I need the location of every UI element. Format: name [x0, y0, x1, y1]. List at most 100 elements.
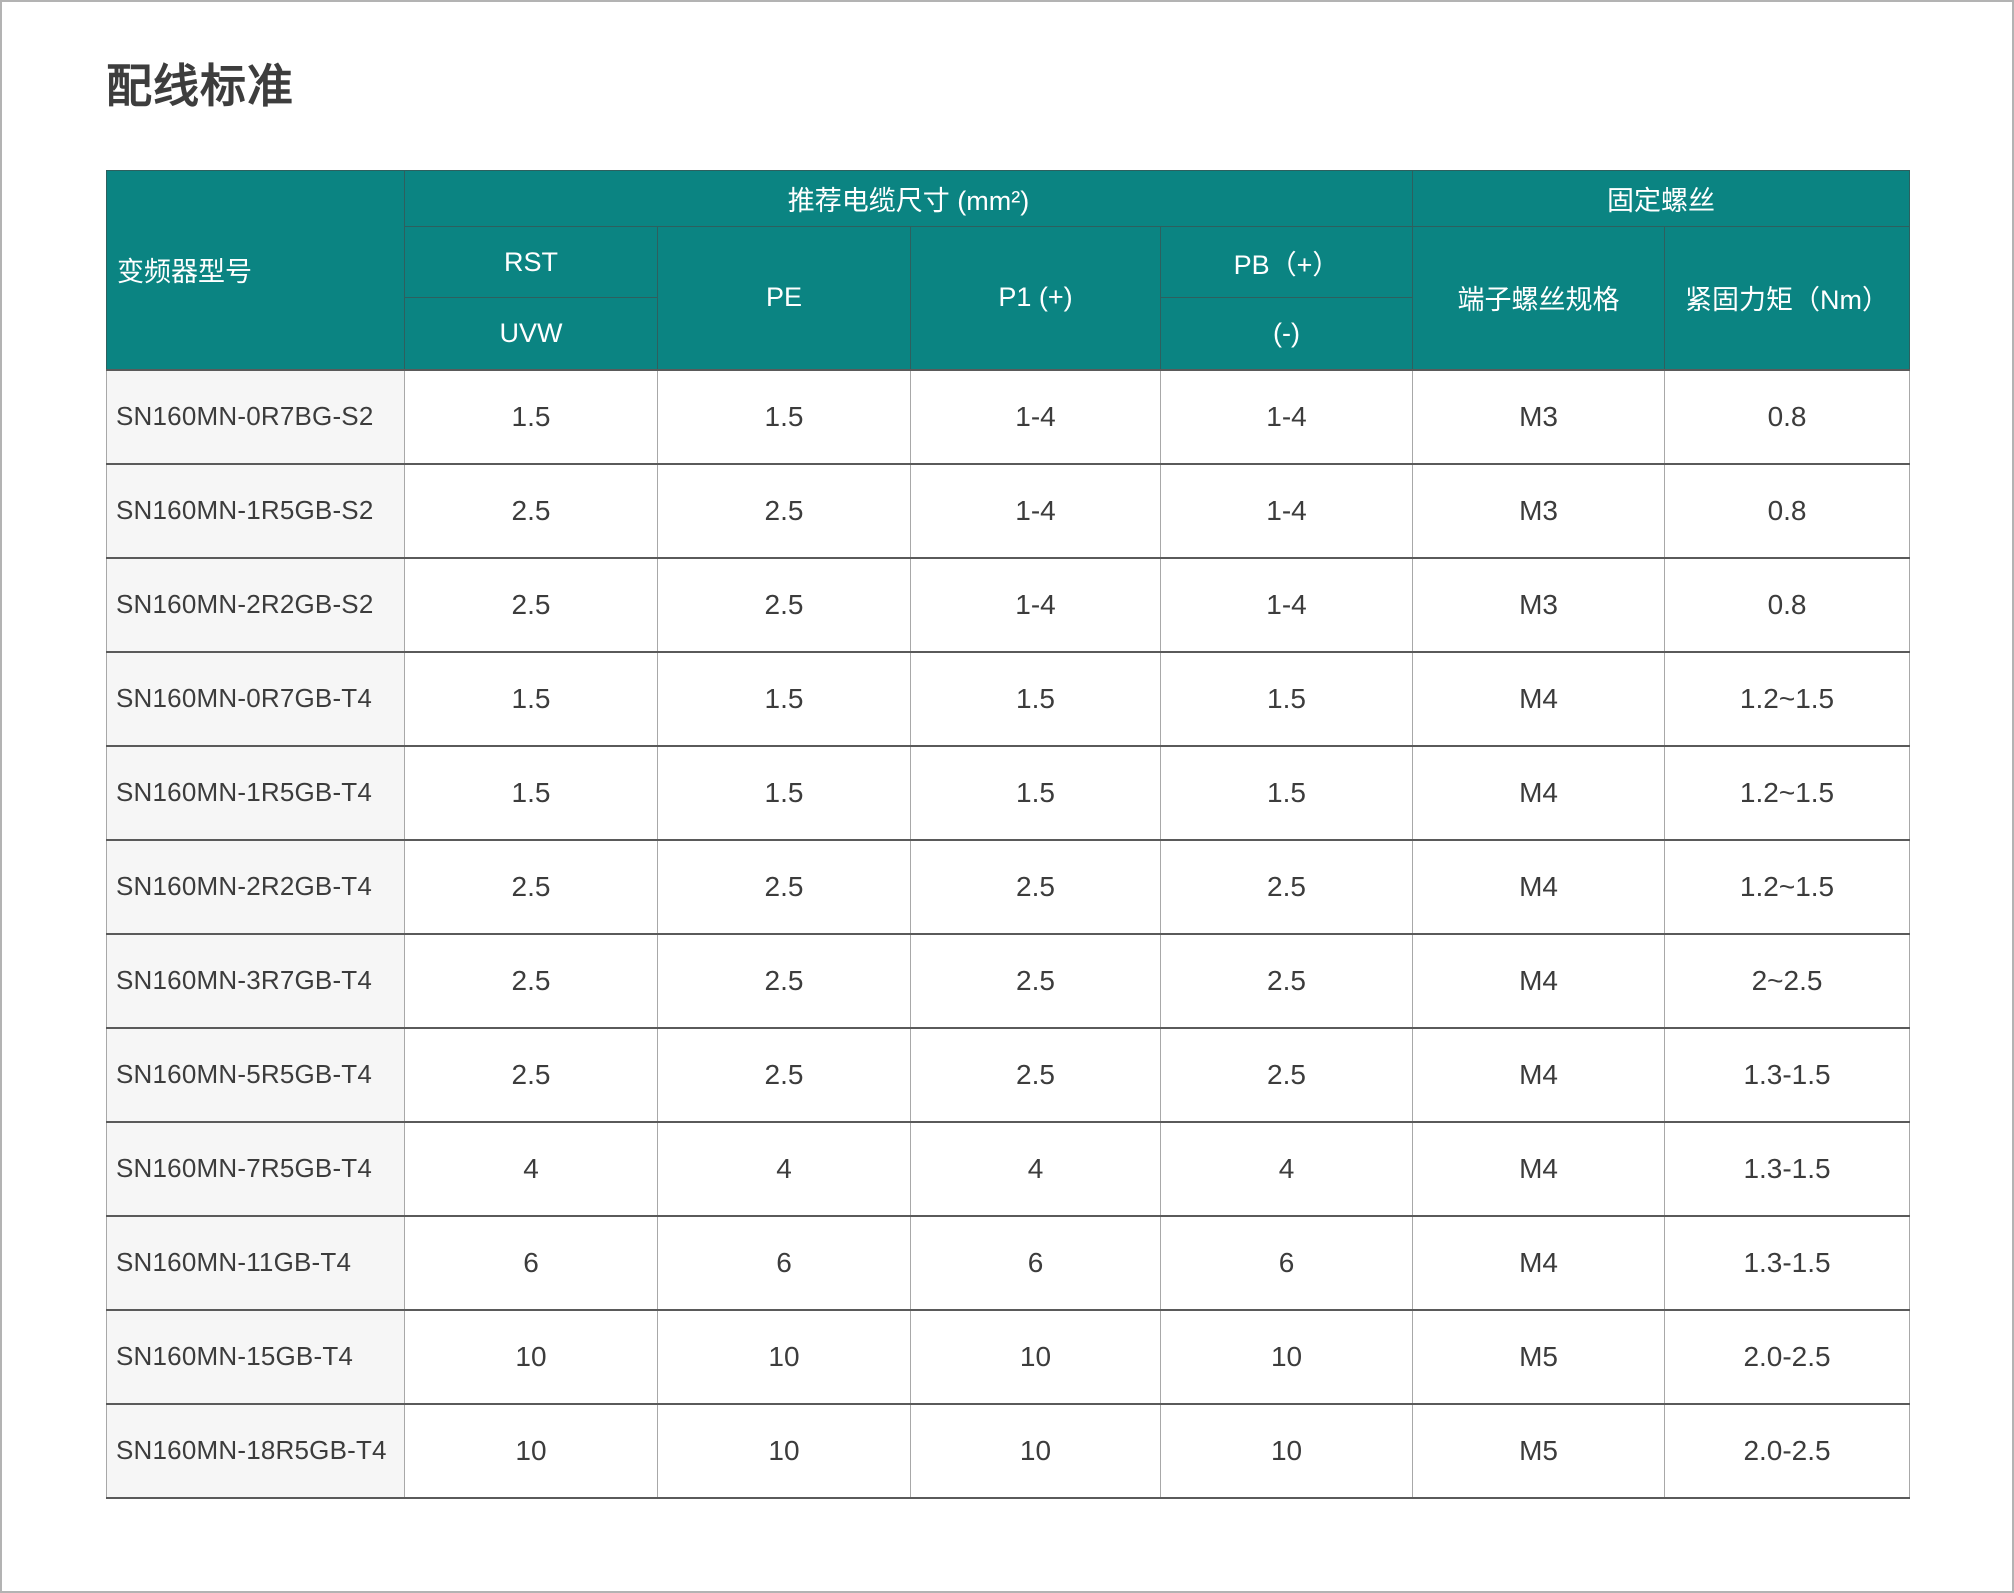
pe-cell: 4	[657, 1120, 911, 1217]
terminal-screw-cell: M4	[1412, 932, 1666, 1029]
terminal-screw-cell: M4	[1412, 650, 1666, 747]
model-cell: SN160MN-3R7GB-T4	[106, 932, 405, 1029]
torque-cell: 0.8	[1664, 462, 1911, 559]
header-model: 变频器型号	[106, 170, 405, 370]
pe-cell: 2.5	[657, 838, 911, 935]
header-rst: RST	[404, 226, 658, 298]
model-cell: SN160MN-15GB-T4	[106, 1308, 405, 1405]
pb-cell: 1-4	[1159, 556, 1414, 653]
rst-uvw-cell: 2.5	[404, 556, 658, 653]
pe-cell: 1.5	[657, 368, 911, 465]
model-cell: SN160MN-1R5GB-T4	[106, 744, 405, 841]
pe-cell: 2.5	[657, 556, 911, 653]
terminal-screw-cell: M5	[1412, 1402, 1666, 1499]
model-cell: SN160MN-2R2GB-S2	[106, 556, 405, 653]
p1-cell: 4	[910, 1120, 1161, 1217]
terminal-screw-cell: M4	[1412, 1120, 1666, 1217]
pe-cell: 10	[657, 1402, 911, 1499]
terminal-screw-cell: M5	[1412, 1308, 1666, 1405]
p1-cell: 1.5	[910, 650, 1161, 747]
pb-cell: 1.5	[1159, 744, 1414, 841]
table-row: SN160MN-7R5GB-T4 4 4 4 4 M4 1.3-1.5	[106, 1120, 1911, 1217]
torque-cell: 1.2~1.5	[1664, 838, 1911, 935]
rst-uvw-cell: 2.5	[404, 1026, 658, 1123]
rst-uvw-cell: 10	[404, 1402, 658, 1499]
p1-cell: 2.5	[910, 932, 1161, 1029]
terminal-screw-cell: M3	[1412, 462, 1666, 559]
p1-cell: 1-4	[910, 368, 1161, 465]
p1-cell: 1-4	[910, 462, 1161, 559]
header-group-cable-size: 推荐电缆尺寸 (mm²)	[403, 170, 1414, 227]
p1-cell: 10	[910, 1402, 1161, 1499]
table-row: SN160MN-1R5GB-S2 2.5 2.5 1-4 1-4 M3 0.8	[106, 462, 1911, 559]
header-pb-minus: (-)	[1159, 297, 1414, 370]
pe-cell: 2.5	[657, 462, 911, 559]
pb-cell: 1-4	[1159, 462, 1414, 559]
page: { "page": { "title": "配线标准" }, "table": …	[0, 0, 2014, 1593]
table-header: 变频器型号 推荐电缆尺寸 (mm²) 固定螺丝 RST PE P1 (+) PB…	[106, 170, 1911, 370]
rst-uvw-cell: 4	[404, 1120, 658, 1217]
pb-cell: 1.5	[1159, 650, 1414, 747]
wiring-standard-table: 变频器型号 推荐电缆尺寸 (mm²) 固定螺丝 RST PE P1 (+) PB…	[106, 170, 1911, 1499]
p1-cell: 1.5	[910, 744, 1161, 841]
terminal-screw-cell: M3	[1412, 368, 1666, 465]
model-cell: SN160MN-11GB-T4	[106, 1214, 405, 1311]
model-cell: SN160MN-0R7BG-S2	[106, 368, 405, 465]
table-row: SN160MN-2R2GB-T4 2.5 2.5 2.5 2.5 M4 1.2~…	[106, 838, 1911, 935]
model-cell: SN160MN-0R7GB-T4	[106, 650, 405, 747]
pb-cell: 10	[1159, 1402, 1414, 1499]
pb-cell: 2.5	[1159, 932, 1414, 1029]
pb-cell: 4	[1159, 1120, 1414, 1217]
terminal-screw-cell: M3	[1412, 556, 1666, 653]
table-row: SN160MN-3R7GB-T4 2.5 2.5 2.5 2.5 M4 2~2.…	[106, 932, 1911, 1029]
pe-cell: 2.5	[657, 1026, 911, 1123]
header-terminal-screw-spec: 端子螺丝规格	[1412, 226, 1666, 370]
rst-uvw-cell: 2.5	[404, 838, 658, 935]
header-uvw: UVW	[404, 297, 658, 370]
rst-uvw-cell: 1.5	[404, 650, 658, 747]
model-cell: SN160MN-2R2GB-T4	[106, 838, 405, 935]
pb-cell: 2.5	[1159, 838, 1414, 935]
rst-uvw-cell: 6	[404, 1214, 658, 1311]
table-row: SN160MN-18R5GB-T4 10 10 10 10 M5 2.0-2.5	[106, 1402, 1911, 1499]
pe-cell: 10	[657, 1308, 911, 1405]
header-group-fixing-screw: 固定螺丝	[1412, 170, 1911, 227]
torque-cell: 1.3-1.5	[1664, 1214, 1911, 1311]
p1-cell: 6	[910, 1214, 1161, 1311]
table-row: SN160MN-0R7BG-S2 1.5 1.5 1-4 1-4 M3 0.8	[106, 368, 1911, 465]
torque-cell: 1.2~1.5	[1664, 744, 1911, 841]
header-pb-plus: PB（+）	[1159, 226, 1414, 298]
rst-uvw-cell: 1.5	[404, 744, 658, 841]
rst-uvw-cell: 2.5	[404, 932, 658, 1029]
table-row: SN160MN-2R2GB-S2 2.5 2.5 1-4 1-4 M3 0.8	[106, 556, 1911, 653]
pb-cell: 2.5	[1159, 1026, 1414, 1123]
table-row: SN160MN-1R5GB-T4 1.5 1.5 1.5 1.5 M4 1.2~…	[106, 744, 1911, 841]
terminal-screw-cell: M4	[1412, 744, 1666, 841]
torque-cell: 2~2.5	[1664, 932, 1911, 1029]
table-body: SN160MN-0R7BG-S2 1.5 1.5 1-4 1-4 M3 0.8 …	[106, 368, 1911, 1499]
table-row: SN160MN-11GB-T4 6 6 6 6 M4 1.3-1.5	[106, 1214, 1911, 1311]
pe-cell: 1.5	[657, 650, 911, 747]
model-cell: SN160MN-1R5GB-S2	[106, 462, 405, 559]
p1-cell: 10	[910, 1308, 1161, 1405]
pe-cell: 1.5	[657, 744, 911, 841]
torque-cell: 1.3-1.5	[1664, 1026, 1911, 1123]
model-cell: SN160MN-18R5GB-T4	[106, 1402, 405, 1499]
torque-cell: 2.0-2.5	[1664, 1308, 1911, 1405]
rst-uvw-cell: 1.5	[404, 368, 658, 465]
table-row: SN160MN-0R7GB-T4 1.5 1.5 1.5 1.5 M4 1.2~…	[106, 650, 1911, 747]
pb-cell: 10	[1159, 1308, 1414, 1405]
pb-cell: 6	[1159, 1214, 1414, 1311]
torque-cell: 0.8	[1664, 556, 1911, 653]
torque-cell: 1.3-1.5	[1664, 1120, 1911, 1217]
terminal-screw-cell: M4	[1412, 838, 1666, 935]
header-pe: PE	[657, 226, 911, 370]
table-row: SN160MN-5R5GB-T4 2.5 2.5 2.5 2.5 M4 1.3-…	[106, 1026, 1911, 1123]
rst-uvw-cell: 2.5	[404, 462, 658, 559]
header-tightening-torque: 紧固力矩（Nm）	[1664, 226, 1911, 370]
terminal-screw-cell: M4	[1412, 1214, 1666, 1311]
rst-uvw-cell: 10	[404, 1308, 658, 1405]
model-cell: SN160MN-7R5GB-T4	[106, 1120, 405, 1217]
page-title: 配线标准	[106, 60, 294, 112]
header-p1-plus: P1 (+)	[910, 226, 1161, 370]
